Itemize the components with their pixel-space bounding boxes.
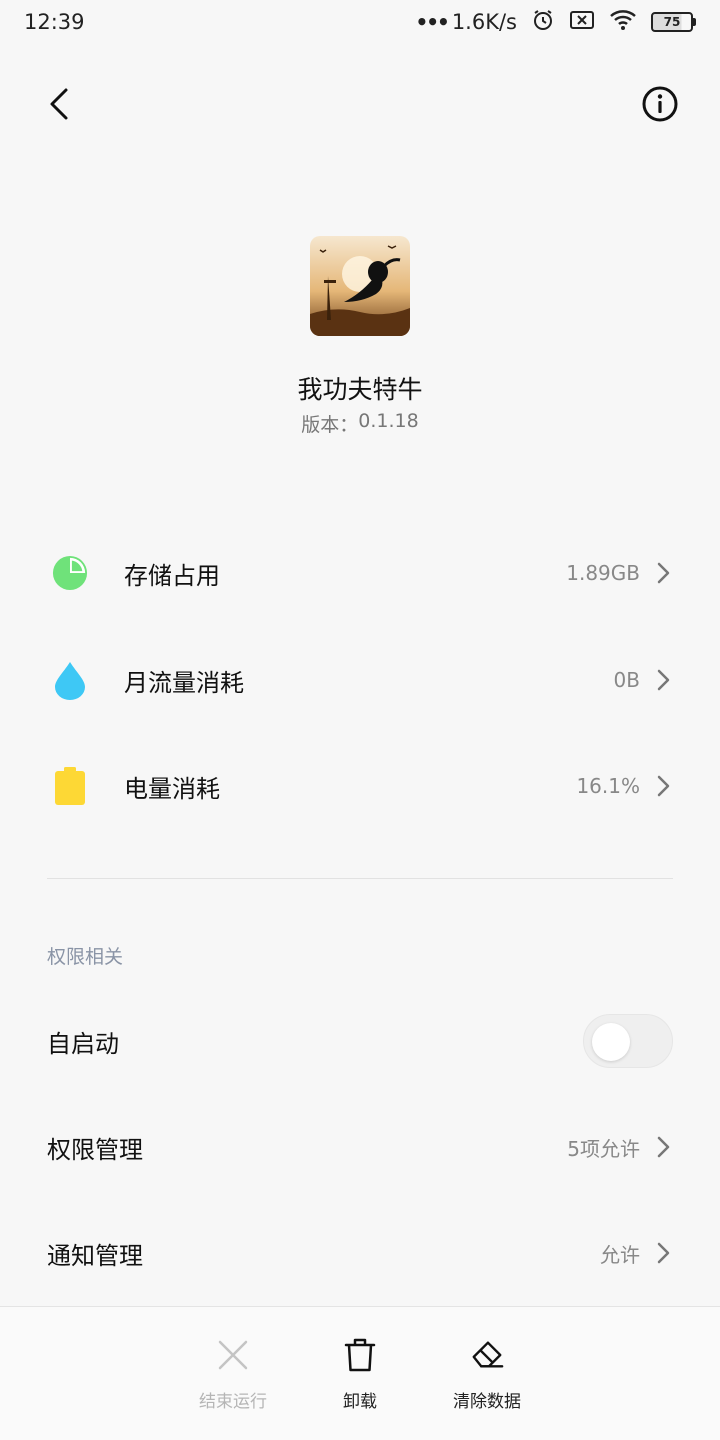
- alarm-icon: [531, 8, 555, 37]
- chevron-right-icon: [652, 1136, 674, 1158]
- battery-level: 75: [651, 12, 693, 32]
- battery-usage-value: 16.1%: [576, 774, 640, 798]
- battery-icon: 75: [651, 12, 696, 32]
- autostart-row: 自启动: [0, 1001, 720, 1081]
- chevron-right-icon: [652, 562, 674, 584]
- chevron-right-icon: [652, 1242, 674, 1264]
- back-button[interactable]: [36, 80, 84, 128]
- toggle-knob: [592, 1023, 630, 1061]
- app-name: 我功夫特牛: [297, 375, 423, 404]
- wifi-icon: [609, 9, 637, 36]
- notification-management-label: 通知管理: [47, 1241, 143, 1270]
- app-version: 版本： 0.1.18: [0, 410, 720, 437]
- status-bar: 12:39 ••• 1.6K/s 75: [0, 0, 720, 44]
- battery-usage-row[interactable]: 电量消耗 16.1%: [0, 746, 720, 826]
- battery-usage-label: 电量消耗: [124, 774, 220, 803]
- autostart-toggle[interactable]: [583, 1014, 673, 1068]
- autostart-label: 自启动: [47, 1029, 119, 1058]
- app-icon: [310, 236, 410, 336]
- status-time: 12:39: [24, 10, 85, 34]
- pie-chart-icon: [52, 553, 88, 593]
- water-drop-icon: [52, 660, 88, 700]
- clear-data-button[interactable]: 清除数据: [427, 1337, 547, 1417]
- storage-usage-row[interactable]: 存储占用 1.89GB: [0, 533, 720, 613]
- uninstall-label: 卸载: [343, 1392, 377, 1412]
- info-icon: [642, 86, 678, 122]
- eraser-icon: [469, 1337, 505, 1373]
- net-speed: 1.6K/s: [451, 10, 517, 34]
- permissions-section-title: 权限相关: [47, 946, 124, 968]
- battery-usage-icon: [52, 766, 88, 806]
- top-bar: [0, 66, 720, 138]
- version-label: 版本：: [301, 414, 359, 436]
- data-usage-row[interactable]: 月流量消耗 0B: [0, 640, 720, 720]
- trash-icon: [342, 1337, 378, 1373]
- force-stop-button[interactable]: 结束运行: [173, 1337, 293, 1417]
- uninstall-button[interactable]: 卸载: [300, 1337, 420, 1417]
- status-icons: ••• 1.6K/s 75: [415, 8, 696, 37]
- storage-value: 1.89GB: [566, 561, 640, 585]
- notification-management-row[interactable]: 通知管理 允许: [0, 1213, 720, 1293]
- permission-management-label: 权限管理: [47, 1135, 143, 1164]
- chevron-right-icon: [652, 669, 674, 691]
- info-button[interactable]: [636, 80, 684, 128]
- close-x-icon: [215, 1337, 251, 1373]
- divider: [47, 878, 673, 879]
- chevron-right-icon: [652, 775, 674, 797]
- force-stop-label: 结束运行: [199, 1392, 267, 1412]
- clear-data-label: 清除数据: [453, 1392, 521, 1412]
- sim-x-icon: [569, 9, 595, 36]
- notification-management-value: 允许: [600, 1242, 640, 1267]
- storage-label: 存储占用: [124, 561, 220, 590]
- permission-management-row[interactable]: 权限管理 5项允许: [0, 1107, 720, 1187]
- version-number: 0.1.18: [358, 410, 419, 432]
- back-arrow-icon: [50, 88, 68, 120]
- data-usage-label: 月流量消耗: [124, 668, 244, 697]
- bottom-action-bar: 结束运行 卸载 清除数据: [0, 1306, 720, 1440]
- data-usage-value: 0B: [613, 668, 640, 692]
- signal-dots-icon: •••: [415, 10, 449, 34]
- permission-management-value: 5项允许: [567, 1136, 640, 1161]
